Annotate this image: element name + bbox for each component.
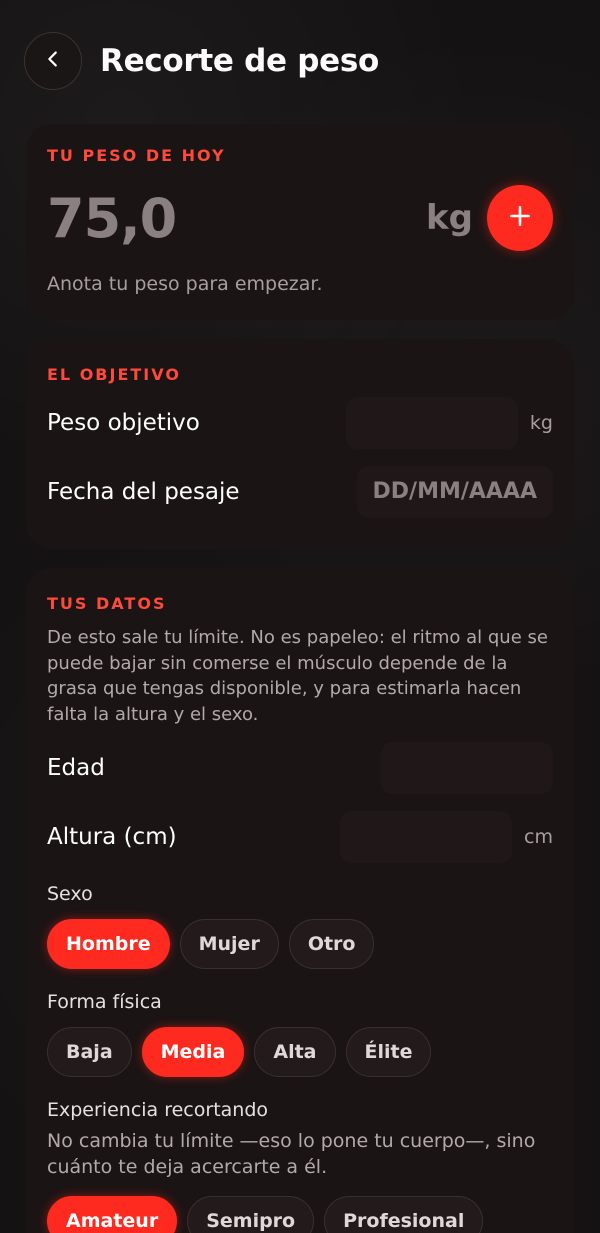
section-label-data: TUS DATOS — [47, 594, 167, 613]
experience-description: No cambia tu límite —eso lo pone tu cuer… — [47, 1130, 536, 1178]
chevron-left-icon — [42, 48, 64, 74]
sex-option-mujer[interactable]: Mujer — [179, 919, 279, 969]
fitness-option-alta[interactable]: Alta — [254, 1027, 336, 1077]
height-control: cm — [340, 810, 553, 863]
weigh-date-label: Fecha del pesaje — [47, 478, 240, 505]
today-weight-card: TU PESO DE HOY 75,0 kg Anota tu peso par… — [26, 124, 574, 320]
weight-row: 75,0 kg — [47, 183, 553, 253]
weight-helper-text: Anota tu peso para empezar. — [47, 273, 323, 295]
experience-label: Experiencia recortando — [47, 1099, 269, 1121]
target-weight-label: Peso objetivo — [47, 409, 200, 436]
fitness-label: Forma física — [47, 991, 162, 1013]
data-description: De esto sale tu límite. No es papeleo: e… — [47, 627, 548, 725]
target-weight-row: Peso objetivo kg — [47, 388, 553, 457]
weigh-date-row: Fecha del pesaje DD/MM/AAAA — [47, 457, 553, 526]
target-weight-unit: kg — [529, 411, 553, 434]
age-row: Edad — [47, 733, 553, 802]
sex-option-otro[interactable]: Otro — [288, 919, 375, 969]
height-unit: cm — [524, 825, 553, 848]
age-input[interactable] — [381, 741, 553, 794]
add-weight-button[interactable] — [487, 185, 553, 251]
fitness-option-elite[interactable]: Élite — [345, 1027, 432, 1077]
sex-label: Sexo — [47, 883, 93, 905]
experience-option-amateur[interactable]: Amateur — [47, 1196, 178, 1233]
weigh-date-input[interactable]: DD/MM/AAAA — [357, 465, 553, 518]
page-title: Recorte de peso — [100, 43, 379, 79]
weight-value[interactable]: 75,0 — [47, 187, 177, 250]
age-label: Edad — [47, 754, 105, 781]
fitness-options: Baja Media Alta Élite — [47, 1027, 553, 1077]
personal-data-card: TUS DATOS De esto sale tu límite. No es … — [26, 568, 574, 1233]
sex-options: Hombre Mujer Otro — [47, 919, 553, 969]
section-label-goal: EL OBJETIVO — [47, 365, 181, 384]
experience-option-profesional[interactable]: Profesional — [324, 1196, 484, 1233]
target-weight-input[interactable] — [345, 396, 518, 449]
height-row: Altura (cm) cm — [47, 802, 553, 871]
weight-unit: kg — [426, 198, 473, 238]
sex-option-hombre[interactable]: Hombre — [47, 919, 170, 969]
experience-options: Amateur Semipro Profesional — [47, 1196, 553, 1233]
weight-controls: kg — [426, 185, 553, 251]
fitness-option-media[interactable]: Media — [141, 1027, 245, 1077]
target-weight-control: kg — [345, 396, 553, 449]
header: Recorte de peso — [24, 32, 576, 90]
goal-card: EL OBJETIVO Peso objetivo kg Fecha del p… — [26, 339, 574, 549]
height-label: Altura (cm) — [47, 823, 177, 850]
plus-icon — [507, 203, 533, 233]
section-label-today: TU PESO DE HOY — [47, 146, 226, 165]
experience-option-semipro[interactable]: Semipro — [187, 1196, 315, 1233]
height-input[interactable] — [340, 810, 513, 863]
back-button[interactable] — [24, 32, 82, 90]
fitness-option-baja[interactable]: Baja — [47, 1027, 132, 1077]
